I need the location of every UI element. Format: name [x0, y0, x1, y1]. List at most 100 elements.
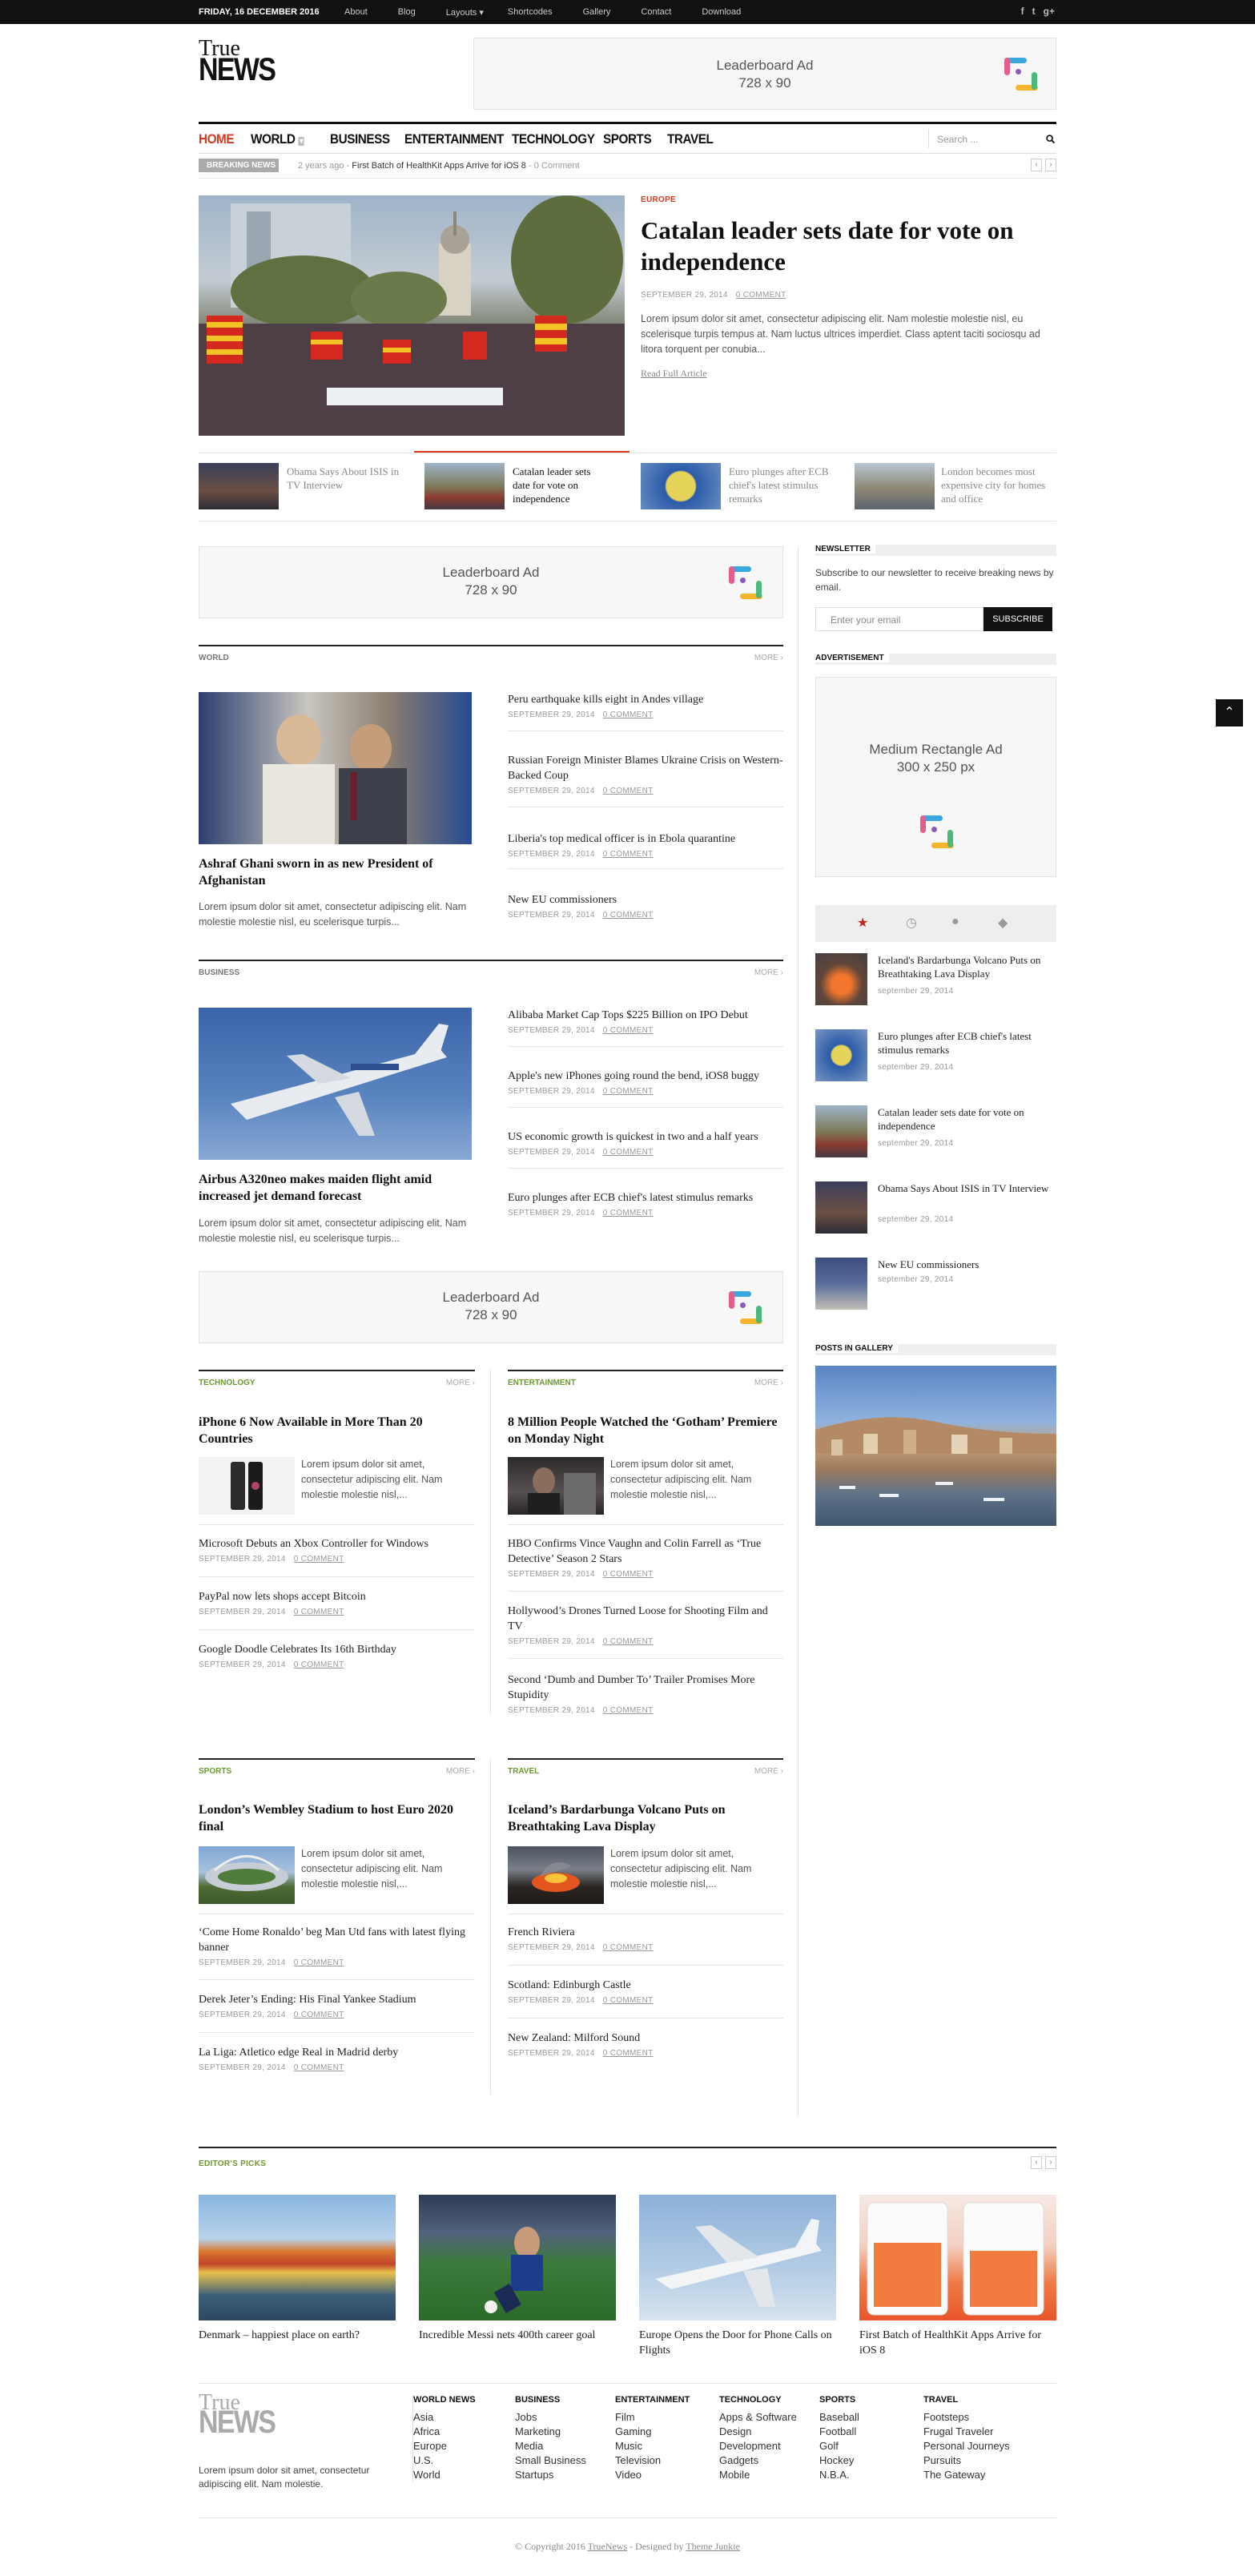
list-item[interactable]: Derek Jeter’s Ending: His Final Yankee S… [199, 1992, 475, 2019]
comments-link[interactable]: 0 COMMENT [603, 710, 654, 719]
world-more-link[interactable]: MORE › [754, 654, 783, 662]
breaking-next-button[interactable]: › [1045, 159, 1056, 171]
travel-thumb[interactable] [508, 1846, 604, 1904]
entertainment-main-title[interactable]: 8 Million People Watched the ‘Gotham’ Pr… [508, 1414, 783, 1447]
top-nav-gallery[interactable]: Gallery [583, 7, 611, 18]
hero-image[interactable] [199, 195, 625, 436]
technology-more-link[interactable]: MORE › [446, 1379, 475, 1387]
nav-sports[interactable]: SPORTS [603, 131, 652, 147]
editors-next-button[interactable]: › [1045, 2156, 1056, 2169]
sidebar-post[interactable]: New EU commissioners september 29, 2014 [815, 1258, 1056, 1315]
editors-pick-item[interactable]: Denmark – happiest place on earth? [199, 2195, 396, 2341]
list-item[interactable]: New Zealand: Milford Sound SEPTEMBER 29, … [508, 2031, 783, 2058]
editors-pick-item[interactable]: Europe Opens the Door for Phone Calls on… [639, 2195, 836, 2357]
breaking-prev-button[interactable]: ‹ [1031, 159, 1042, 171]
footer-link[interactable]: Jobs [515, 2410, 603, 2425]
list-item[interactable]: Euro plunges after ECB chief's latest st… [508, 1190, 783, 1218]
sports-more-link[interactable]: MORE › [446, 1767, 475, 1776]
twitter-icon[interactable]: t [1032, 6, 1036, 17]
strip-item[interactable]: Euro plunges after ECB chief's latest st… [641, 463, 849, 509]
tab-tags-icon[interactable]: ◆ [998, 915, 1008, 931]
nav-world[interactable]: WORLD ▾ [251, 131, 305, 147]
editors-pick-item[interactable]: Incredible Messi nets 400th career goal [419, 2195, 616, 2341]
header-leaderboard-ad[interactable]: Leaderboard Ad 728 x 90 [473, 38, 1056, 110]
nav-business[interactable]: BUSINESS [330, 131, 390, 147]
footer-link[interactable]: Baseball [819, 2410, 907, 2425]
footer-link[interactable]: Television [615, 2453, 707, 2468]
footer-link[interactable]: Football [819, 2425, 907, 2439]
comments-link[interactable]: 0 COMMENT [603, 1087, 654, 1096]
list-item[interactable]: New EU commissioners SEPTEMBER 29, 2014 0 … [508, 892, 783, 920]
strip-item[interactable]: Obama Says About ISIS in TV Interview [199, 463, 407, 509]
tab-popular-star-icon[interactable]: ★ [857, 915, 868, 931]
top-nav-contact[interactable]: Contact [641, 7, 671, 18]
comments-link[interactable]: 0 COMMENT [603, 911, 654, 920]
hero-category[interactable]: EUROPE [641, 195, 676, 204]
entertainment-more-link[interactable]: MORE › [754, 1379, 783, 1387]
technology-main-title[interactable]: iPhone 6 Now Available in More Than 20 C… [199, 1414, 475, 1447]
comments-link[interactable]: 0 COMMENT [294, 1608, 344, 1616]
footer-logo[interactable]: True NEWS [199, 2392, 288, 2439]
business-main-title[interactable]: Airbus A320neo makes maiden flight amid … [199, 1171, 475, 1205]
scroll-to-top-button[interactable]: ⌃ [1216, 699, 1243, 727]
footer-link[interactable]: Europe [413, 2439, 501, 2453]
footer-link[interactable]: Africa [413, 2425, 501, 2439]
technology-thumb[interactable] [199, 1457, 295, 1515]
footer-link[interactable]: Film [615, 2410, 707, 2425]
sidebar-post[interactable]: Catalan leader sets date for vote on ind… [815, 1105, 1056, 1163]
footer-link[interactable]: Mobile [719, 2468, 811, 2482]
top-nav-download[interactable]: Download [702, 7, 741, 18]
footer-link[interactable]: World [413, 2468, 501, 2482]
nav-home[interactable]: HOME [199, 131, 235, 147]
list-item[interactable]: Microsoft Debuts an Xbox Controller for … [199, 1536, 475, 1564]
gallery-image[interactable] [815, 1366, 1056, 1526]
top-nav-about[interactable]: About [344, 7, 368, 18]
footer-link[interactable]: Frugal Traveler [923, 2425, 1052, 2439]
list-item[interactable]: French Riviera SEPTEMBER 29, 2014 0 COMMEN… [508, 1925, 783, 1952]
editors-pick-item[interactable]: First Batch of HealthKit Apps Arrive for… [859, 2195, 1056, 2357]
comments-link[interactable]: 0 COMMENT [294, 1660, 344, 1669]
footer-link[interactable]: Asia [413, 2410, 501, 2425]
footer-link[interactable]: Footsteps [923, 2410, 1052, 2425]
footer-link[interactable]: Pursuits [923, 2453, 1052, 2468]
footer-link[interactable]: Design [719, 2425, 811, 2439]
comments-link[interactable]: 0 COMMENT [603, 2049, 654, 2058]
search-input[interactable]: Search ... [928, 129, 1056, 148]
top-nav-layouts[interactable]: Layouts ▾ [446, 7, 484, 18]
nav-travel[interactable]: TRAVEL [667, 131, 714, 147]
comments-link[interactable]: 0 COMMENT [603, 1637, 654, 1646]
footer-link[interactable]: U.S. [413, 2453, 501, 2468]
footer-link[interactable]: Video [615, 2468, 707, 2482]
comments-link[interactable]: 0 COMMENT [294, 1958, 344, 1967]
strip-item-active[interactable]: Catalan leader sets date for vote on ind… [424, 463, 633, 509]
sidebar-post[interactable]: Obama Says About ISIS in TV Interview se… [815, 1181, 1056, 1239]
footer-link[interactable]: Hockey [819, 2453, 907, 2468]
editors-prev-button[interactable]: ‹ [1031, 2156, 1042, 2169]
email-field[interactable]: Enter your email [815, 607, 983, 631]
travel-main-title[interactable]: Iceland’s Bardarbunga Volcano Puts on Br… [508, 1801, 783, 1835]
footer-link[interactable]: N.B.A. [819, 2468, 907, 2482]
entertainment-thumb[interactable] [508, 1457, 604, 1515]
footer-link[interactable]: Startups [515, 2468, 603, 2482]
comments-link[interactable]: 0 COMMENT [603, 850, 654, 859]
world-main-title[interactable]: Ashraf Ghani sworn in as new President o… [199, 855, 475, 889]
comments-link[interactable]: 0 COMMENT [294, 2010, 344, 2019]
business-more-link[interactable]: MORE › [754, 968, 783, 977]
footer-link[interactable]: Development [719, 2439, 811, 2453]
footer-link[interactable]: Gaming [615, 2425, 707, 2439]
breaking-headline[interactable]: First Batch of HealthKit Apps Arrive for… [352, 161, 526, 171]
list-item[interactable]: Google Doodle Celebrates Its 16th Birthd… [199, 1642, 475, 1669]
list-item[interactable]: HBO Confirms Vince Vaughn and Colin Farr… [508, 1536, 783, 1579]
travel-more-link[interactable]: MORE › [754, 1767, 783, 1776]
footer-link[interactable]: Media [515, 2439, 603, 2453]
business-main-image[interactable] [199, 1008, 472, 1160]
list-item[interactable]: Second ‘Dumb and Dumber To’ Trailer Prom… [508, 1672, 783, 1715]
strip-item[interactable]: London becomes most expensive city for h… [855, 463, 1063, 509]
comments-link[interactable]: 0 COMMENT [603, 1706, 654, 1715]
comments-link[interactable]: 0 COMMENT [603, 1996, 654, 2005]
comments-link[interactable]: 0 COMMENT [603, 1148, 654, 1157]
content-leaderboard-ad[interactable]: Leaderboard Ad 728 x 90 [199, 546, 783, 618]
top-nav-blog[interactable]: Blog [398, 7, 416, 18]
list-item[interactable]: Liberia's top medical officer is in Ebol… [508, 831, 783, 859]
sidebar-rectangle-ad[interactable]: Medium Rectangle Ad 300 x 250 px [815, 677, 1056, 877]
